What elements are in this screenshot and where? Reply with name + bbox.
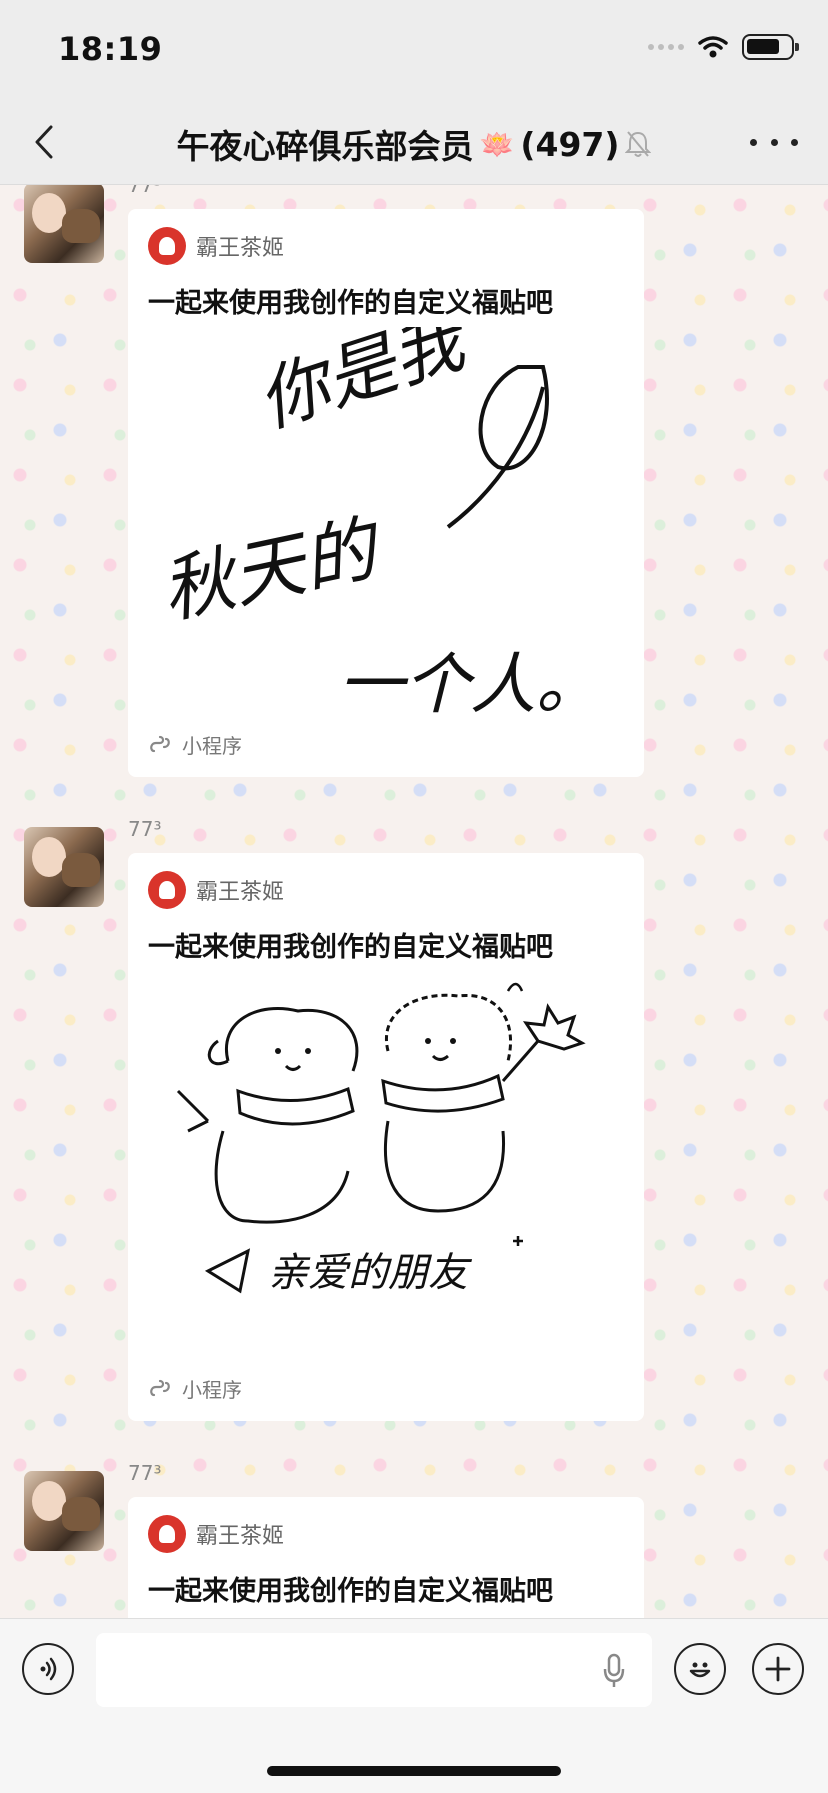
emoji-icon (689, 1662, 711, 1678)
member-count: (497) (520, 124, 620, 164)
mini-program-card[interactable]: 霸王茶姬 一起来使用我创作的自定义福贴吧 你是我 秋天的 一个人。 小程序 (128, 209, 644, 777)
mini-program-card[interactable]: 霸王茶姬 一起来使用我创作的自定义福贴吧 (128, 1497, 644, 1618)
card-brand: 霸王茶姬 (196, 1524, 285, 1549)
sender-name: 77³ (128, 185, 162, 197)
card-image: 亲爱的朋友 (148, 971, 624, 1367)
handwriting-image: 你是我 秋天的 一个人。 (154, 327, 602, 723)
card-footer: 小程序 (148, 1374, 242, 1403)
more-icon (750, 138, 757, 146)
handwriting-text-line-2: 秋天的 (154, 505, 391, 634)
card-header: 霸王茶姬 (148, 1515, 284, 1553)
signal-icon (648, 44, 684, 50)
status-time: 18:19 (58, 30, 163, 68)
group-name: 午夜心碎俱乐部会员 (176, 127, 474, 166)
card-footer: 小程序 (148, 730, 242, 759)
status-indicators (648, 34, 799, 60)
avatar[interactable] (24, 185, 104, 263)
wifi-icon (698, 36, 728, 58)
plus-icon (765, 1656, 791, 1682)
card-header: 霸王茶姬 (148, 871, 284, 909)
card-brand: 霸王茶姬 (196, 880, 285, 905)
more-button[interactable] (750, 126, 798, 158)
chat-area[interactable]: 77³ 霸王茶姬 一起来使用我创作的自定义福贴吧 你是我 秋天的 一个人。 小程… (0, 185, 828, 1618)
status-bar: 18:19 (0, 0, 828, 100)
sender-name: 77³ (128, 1461, 162, 1485)
chagee-logo (148, 871, 186, 909)
avatar[interactable] (24, 827, 104, 907)
card-image: 你是我 秋天的 一个人。 (148, 327, 624, 723)
leaf-icon (522, 1003, 586, 1051)
card-header: 霸王茶姬 (148, 227, 284, 265)
mini-program-icon (150, 735, 170, 752)
plus-button[interactable] (752, 1643, 804, 1695)
avatar[interactable] (24, 1471, 104, 1551)
sender-name: 77³ (128, 817, 162, 841)
handwriting-text-line-3: 一个人。 (338, 646, 602, 723)
card-title: 一起来使用我创作的自定义福贴吧 (148, 932, 553, 963)
mini-program-label: 小程序 (182, 734, 242, 758)
card-title: 一起来使用我创作的自定义福贴吧 (148, 1576, 553, 1607)
emoji-button[interactable] (674, 1643, 726, 1695)
card-title: 一起来使用我创作的自定义福贴吧 (148, 288, 553, 319)
bell-muted-icon (625, 131, 652, 157)
home-indicator[interactable] (267, 1766, 561, 1776)
card-brand: 霸王茶姬 (196, 236, 285, 261)
chagee-logo (148, 227, 186, 265)
message-input[interactable] (96, 1633, 652, 1707)
card-image-text: 亲爱的朋友 (268, 1250, 473, 1296)
voice-icon (40, 1657, 57, 1681)
handwriting-text-line-1: 你是我 (248, 327, 479, 443)
chagee-logo (148, 1515, 186, 1553)
dogs-illustration: 亲爱的朋友 (176, 982, 586, 1296)
battery-icon (742, 34, 799, 60)
paper-plane-icon (204, 1248, 251, 1294)
mic-icon[interactable] (602, 1653, 626, 1689)
mini-program-card[interactable]: 霸王茶姬 一起来使用我创作的自定义福贴吧 (128, 853, 644, 1421)
mini-program-icon (150, 1379, 170, 1396)
mini-program-label: 小程序 (182, 1378, 242, 1402)
chat-header: 午夜心碎俱乐部会员 🪷 (497) (0, 100, 828, 185)
lotus-emoji: 🪷 (479, 127, 515, 161)
chat-title[interactable]: 午夜心碎俱乐部会员 🪷 (497) (0, 120, 828, 168)
voice-button[interactable] (22, 1643, 74, 1695)
